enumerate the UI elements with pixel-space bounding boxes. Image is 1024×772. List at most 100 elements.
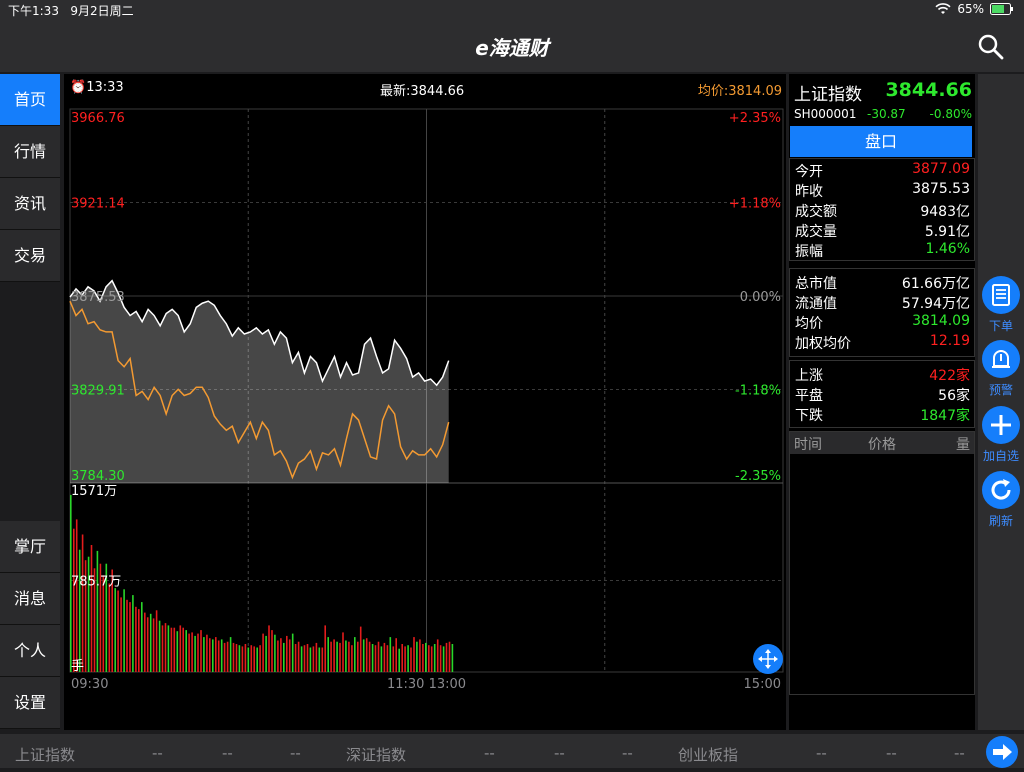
sidebar-item-settings[interactable]: 设置 — [0, 677, 60, 729]
battery-icon — [990, 3, 1013, 15]
volume-bar — [141, 602, 143, 672]
index-pct: -0.80% — [929, 107, 972, 121]
volume-bar — [392, 646, 395, 672]
y-tick-left: 3966.76 — [71, 111, 125, 126]
x-tick: 09:30 — [71, 677, 108, 692]
sidebar-item-home[interactable]: 首页 — [0, 74, 60, 126]
y-tick-right: -1.18% — [735, 384, 781, 399]
expand-icon — [758, 649, 778, 669]
volume-bar — [155, 610, 158, 672]
volume-bar — [439, 645, 442, 672]
sidebar-item-trade[interactable]: 交易 — [0, 230, 60, 282]
volume-bar — [268, 625, 270, 672]
chart-panel: ⏰13:33 最新:3844.66 均价:3814.09 3966.76 3921… — [64, 74, 786, 730]
ticker-next-button[interactable] — [986, 736, 1018, 768]
volume-bar — [398, 648, 400, 672]
volume-bar — [235, 644, 238, 672]
volume-bar — [241, 646, 244, 672]
volume-bar — [286, 635, 288, 672]
volume-bar — [262, 633, 264, 672]
volume-bar — [238, 645, 241, 672]
volume-bar — [123, 589, 125, 672]
quote-row: 昨收 3875.53 — [795, 181, 970, 200]
quote-box-a: 今开 3877.09 昨收 3875.53 成交额 9483亿 成交量 5.91亿 振幅… — [789, 158, 975, 261]
volume-bar — [253, 646, 255, 672]
volume-bar — [170, 627, 173, 672]
volume-bar — [433, 644, 436, 672]
ticker-cyb-name[interactable]: 创业板指 — [678, 744, 738, 765]
ticker-sz-pct: -- — [622, 744, 633, 762]
volume-bar — [173, 627, 176, 672]
volume-bar — [176, 631, 179, 672]
ticker-sh-name[interactable]: 上证指数 — [15, 744, 75, 765]
y-tick-left: 3784.30 — [71, 469, 125, 484]
trade-list: 时间 价格 量 — [789, 431, 975, 695]
add-watchlist-button[interactable]: 加自选 — [980, 406, 1022, 464]
quote-box-b: 总市值 61.66万亿 流通值 57.94万亿 均价 3814.09 加权均价 12.1… — [789, 268, 975, 357]
volume-bar — [428, 645, 430, 672]
ticker-sh-change: -- — [222, 744, 233, 762]
sidebar-item-news[interactable]: 资讯 — [0, 178, 60, 230]
volume-max-label: 1571万 — [71, 484, 117, 499]
intraday-chart[interactable]: 3966.76 3921.14 3875.53 3829.91 3784.30 +2.35… — [64, 74, 786, 694]
volume-bar — [90, 545, 93, 672]
col-volume: 量 — [956, 437, 970, 453]
action-bar: 下单 预警 加自选 刷新 — [978, 74, 1024, 730]
volume-bar — [250, 645, 253, 672]
volume-bar — [430, 646, 433, 672]
wifi-icon — [935, 3, 951, 14]
order-button[interactable]: 下单 — [980, 276, 1022, 334]
search-icon[interactable] — [976, 32, 1006, 62]
volume-bar — [108, 583, 111, 672]
quote-row: 成交额 9483亿 — [795, 204, 970, 220]
volume-bar — [217, 640, 220, 672]
volume-bar — [359, 626, 362, 672]
x-tick: 15:00 — [744, 677, 781, 692]
ticker-sh-pct: -- — [290, 744, 301, 762]
ticker-sz-name[interactable]: 深证指数 — [346, 744, 406, 765]
index-price: 3844.66 — [885, 79, 972, 101]
volume-bar — [377, 641, 380, 672]
volume-bar — [345, 640, 347, 672]
volume-bar — [324, 625, 326, 672]
alert-button[interactable]: 预警 — [980, 340, 1022, 398]
volume-bar — [223, 642, 226, 672]
volume-bar — [436, 639, 439, 672]
quote-row: 总市值 61.66万亿 — [795, 276, 970, 292]
volume-bar — [158, 620, 161, 672]
expand-chart-button[interactable] — [753, 644, 783, 674]
sidebar-item-messages[interactable]: 消息 — [0, 573, 60, 625]
sidebar-item-hall[interactable]: 掌厅 — [0, 521, 60, 573]
sidebar-item-market[interactable]: 行情 — [0, 126, 60, 178]
volume-bar — [259, 645, 261, 672]
status-right: 65% — [935, 2, 1014, 16]
volume-bar — [144, 612, 146, 672]
volume-bar — [229, 637, 232, 672]
refresh-button[interactable]: 刷新 — [980, 471, 1022, 529]
volume-bar — [312, 646, 315, 672]
volume-bar — [288, 639, 291, 672]
quote-box-c: 上涨 422家 平盘 56家 下跌 1847家 — [789, 360, 975, 428]
tab-handicap[interactable]: 盘口 — [790, 126, 972, 157]
col-time: 时间 — [794, 437, 822, 453]
trade-list-header: 时间 价格 量 — [790, 432, 974, 454]
quote-row: 流通值 57.94万亿 — [795, 296, 970, 312]
quote-row: 今开 3877.09 — [795, 161, 970, 180]
sidebar-item-personal[interactable]: 个人 — [0, 625, 60, 677]
y-tick-left: 3829.91 — [71, 384, 125, 399]
volume-bar — [342, 632, 344, 672]
bell-icon — [992, 350, 1010, 368]
volume-bar — [425, 642, 427, 672]
volume-bar — [351, 645, 353, 672]
ticker-cyb-change: -- — [886, 744, 897, 762]
volume-bar — [138, 609, 140, 672]
volume-bar — [126, 599, 128, 672]
volume-bar — [179, 625, 182, 672]
y-tick-right: +1.18% — [729, 197, 781, 212]
volume-unit-label: 手 — [71, 659, 84, 674]
y-tick-right: +2.35% — [729, 111, 781, 126]
volume-bar — [321, 647, 324, 672]
status-bar: 下午1:33 9月2日周二 65% — [0, 0, 1024, 20]
volume-bar — [442, 646, 445, 672]
volume-bar — [244, 644, 247, 672]
